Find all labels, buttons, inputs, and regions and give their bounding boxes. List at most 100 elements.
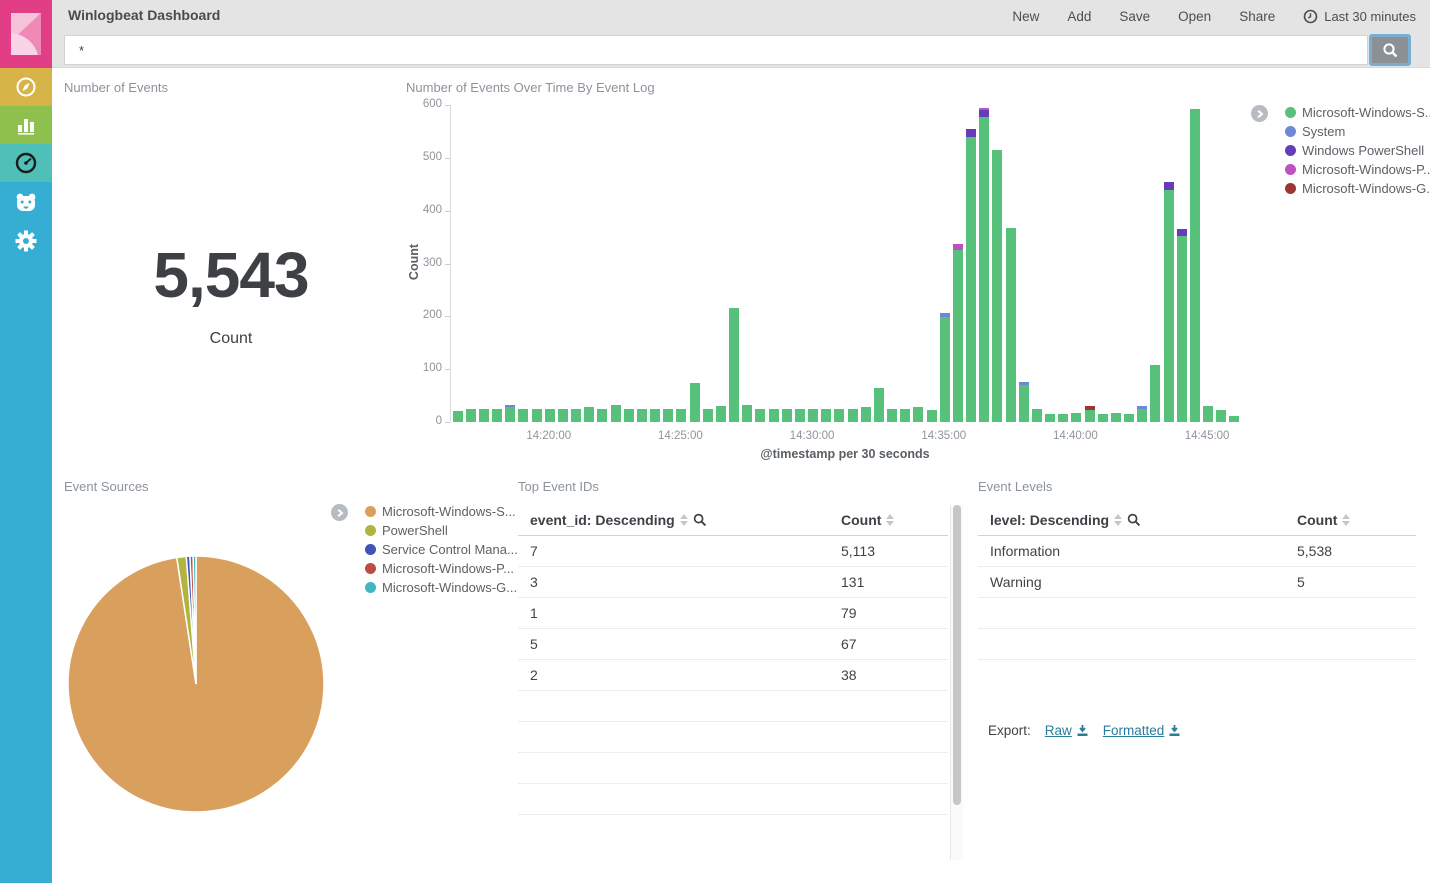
histogram-bar[interactable] — [769, 409, 779, 422]
column-header-event-id[interactable]: event_id: Descending — [518, 512, 841, 528]
histogram-bar[interactable] — [532, 409, 542, 422]
bar-segment[interactable] — [821, 409, 831, 422]
kibana-logo[interactable] — [0, 0, 52, 68]
bar-segment[interactable] — [479, 409, 489, 422]
sort-icon[interactable] — [1114, 514, 1122, 526]
histogram-bar[interactable] — [821, 409, 831, 422]
histogram-bar[interactable] — [966, 129, 976, 422]
bar-segment[interactable] — [1150, 365, 1160, 422]
sort-icon[interactable] — [1342, 514, 1350, 526]
bar-segment[interactable] — [663, 409, 673, 422]
bar-segment[interactable] — [927, 410, 937, 422]
histogram-bar[interactable] — [690, 383, 700, 422]
bar-segment[interactable] — [597, 409, 607, 422]
sidebar-item-visualize[interactable] — [0, 106, 52, 144]
share-button[interactable]: Share — [1239, 9, 1275, 24]
histogram-bar[interactable] — [1177, 229, 1187, 422]
sort-icon[interactable] — [886, 514, 894, 526]
histogram-bar[interactable] — [1071, 413, 1081, 423]
bar-segment[interactable] — [966, 137, 976, 422]
histogram-bar[interactable] — [861, 407, 871, 422]
histogram-bar[interactable] — [676, 409, 686, 422]
histogram-bar[interactable] — [545, 409, 555, 422]
histogram-bar[interactable] — [1085, 406, 1095, 422]
bar-segment[interactable] — [834, 409, 844, 422]
legend-item[interactable]: PowerShell — [365, 521, 518, 540]
legend-item[interactable]: Microsoft-Windows-G... — [365, 578, 518, 597]
bar-segment[interactable] — [703, 409, 713, 422]
histogram-bar[interactable] — [716, 406, 726, 422]
bar-segment[interactable] — [1177, 229, 1187, 236]
bar-segment[interactable] — [676, 409, 686, 422]
search-button[interactable] — [1369, 34, 1411, 66]
bar-segment[interactable] — [532, 409, 542, 422]
bar-segment[interactable] — [861, 407, 871, 422]
histogram-bar[interactable] — [571, 409, 581, 422]
bar-segment[interactable] — [979, 117, 989, 422]
histogram-bar[interactable] — [900, 409, 910, 422]
bar-segment[interactable] — [1137, 409, 1147, 422]
histogram-bar[interactable] — [782, 409, 792, 422]
legend-item[interactable]: Microsoft-Windows-S... — [1285, 103, 1430, 122]
histogram-bar[interactable] — [1098, 414, 1108, 422]
histogram-bar[interactable] — [1006, 228, 1016, 422]
new-button[interactable]: New — [1012, 9, 1039, 24]
histogram-bar[interactable] — [611, 405, 621, 422]
bar-segment[interactable] — [1124, 414, 1134, 422]
export-formatted-link[interactable]: Formatted — [1103, 723, 1182, 738]
histogram-bar[interactable] — [663, 409, 673, 422]
bar-segment[interactable] — [795, 409, 805, 422]
sidebar-item-settings[interactable] — [0, 222, 52, 260]
histogram-bar[interactable] — [755, 409, 765, 422]
histogram-bar[interactable] — [1203, 406, 1213, 422]
legend-item[interactable]: Service Control Mana... — [365, 540, 518, 559]
legend-toggle-icon[interactable] — [331, 504, 348, 521]
bar-segment[interactable] — [1058, 414, 1068, 422]
sidebar-item-discover[interactable] — [0, 68, 52, 106]
query-input[interactable] — [64, 35, 1368, 65]
bar-segment[interactable] — [1085, 410, 1095, 422]
bar-segment[interactable] — [769, 409, 779, 422]
legend-item[interactable]: Microsoft-Windows-S... — [365, 502, 518, 521]
legend-item[interactable]: Microsoft-Windows-G... — [1285, 179, 1430, 198]
bar-segment[interactable] — [690, 383, 700, 422]
histogram-bar[interactable] — [1190, 109, 1200, 422]
bar-segment[interactable] — [1164, 190, 1174, 422]
histogram-bar[interactable] — [729, 308, 739, 422]
histogram-bar[interactable] — [505, 405, 515, 422]
histogram-bar[interactable] — [584, 407, 594, 422]
histogram-bar[interactable] — [795, 409, 805, 422]
sidebar-item-app-face[interactable] — [0, 184, 52, 222]
bar-segment[interactable] — [782, 409, 792, 422]
histogram-bar[interactable] — [887, 409, 897, 422]
histogram-bar[interactable] — [808, 409, 818, 422]
histogram-bar[interactable] — [597, 409, 607, 422]
histogram-bar[interactable] — [466, 409, 476, 422]
histogram-bar[interactable] — [1124, 414, 1134, 422]
histogram-bar[interactable] — [1164, 182, 1174, 422]
sort-icon[interactable] — [680, 514, 688, 526]
histogram-bar[interactable] — [940, 313, 950, 422]
bar-segment[interactable] — [1177, 236, 1187, 422]
bar-segment[interactable] — [1098, 414, 1108, 422]
legend-item[interactable]: System — [1285, 122, 1430, 141]
legend-item[interactable]: Windows PowerShell — [1285, 141, 1430, 160]
histogram-bar[interactable] — [742, 405, 752, 422]
add-button[interactable]: Add — [1067, 9, 1091, 24]
histogram-bar[interactable] — [1111, 413, 1121, 423]
bar-segment[interactable] — [650, 409, 660, 422]
bar-segment[interactable] — [1006, 228, 1016, 422]
histogram-bar[interactable] — [453, 411, 463, 422]
bar-segment[interactable] — [755, 409, 765, 422]
column-header-count[interactable]: Count — [841, 512, 894, 528]
bar-segment[interactable] — [558, 409, 568, 422]
histogram-bar[interactable] — [1058, 414, 1068, 422]
histogram-bar[interactable] — [637, 409, 647, 422]
histogram-bar[interactable] — [1229, 416, 1239, 422]
histogram-bar[interactable] — [1045, 414, 1055, 422]
bar-segment[interactable] — [1111, 413, 1121, 423]
histogram-bar[interactable] — [1019, 382, 1029, 422]
bar-segment[interactable] — [466, 409, 476, 422]
filter-search-icon[interactable] — [693, 513, 707, 527]
histogram-bar[interactable] — [1137, 406, 1147, 422]
